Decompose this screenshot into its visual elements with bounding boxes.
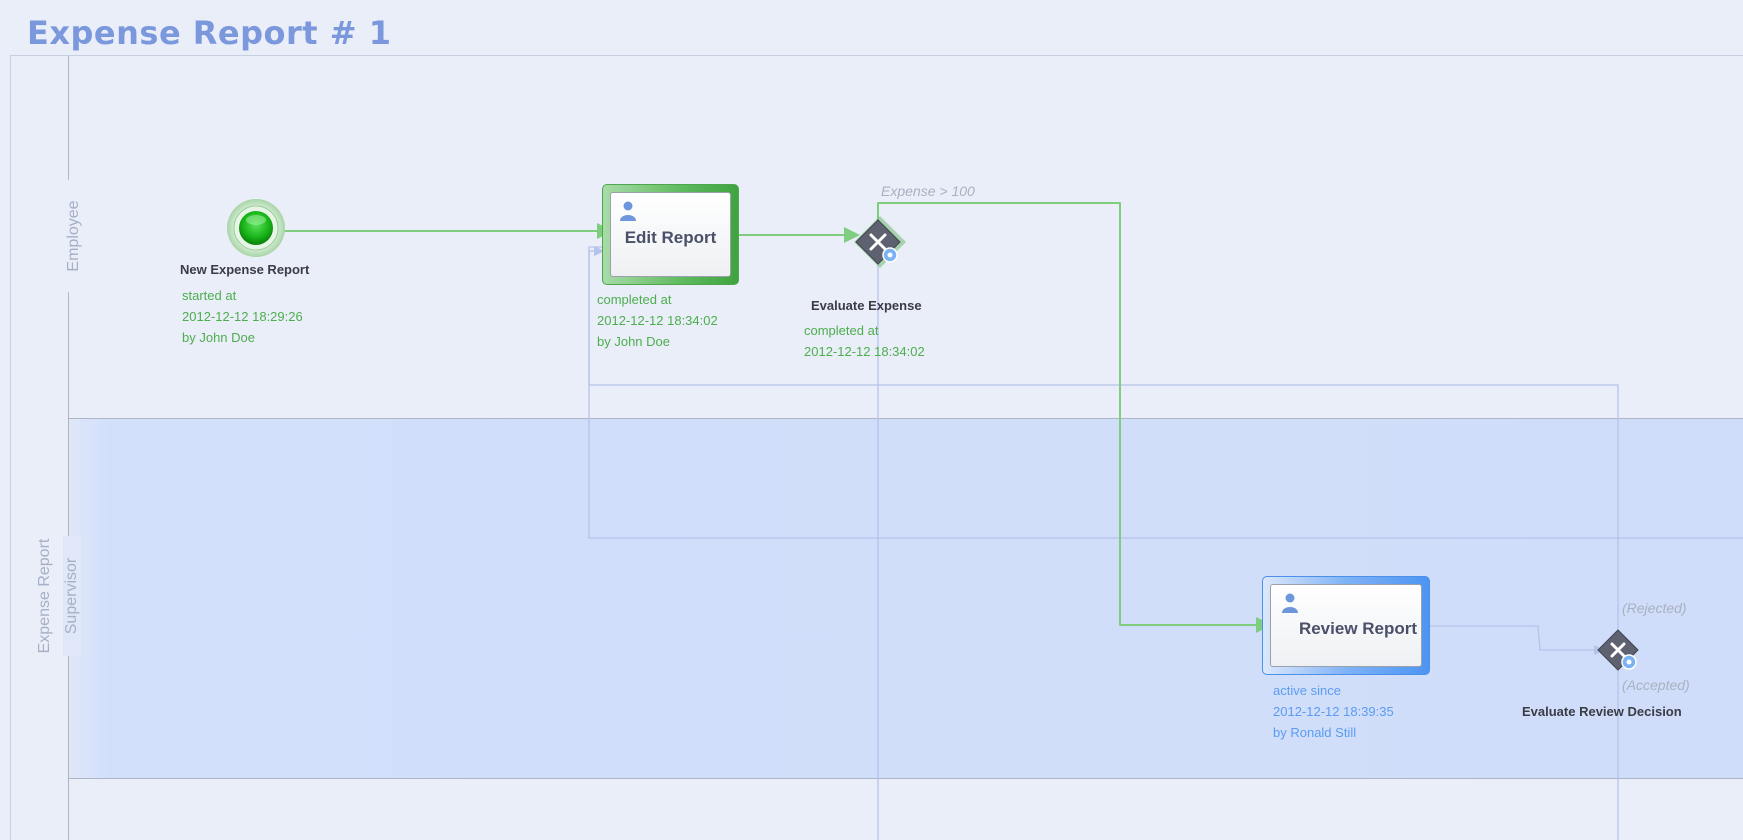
exclusive-gateway-icon[interactable] [854,216,906,268]
edit-task-status: completed at 2012-12-12 18:34:02 by John… [597,289,718,352]
flow-rejected-back[interactable] [588,246,1743,539]
status-line: active since [1273,683,1341,698]
status-timestamp: 2012-12-12 18:34:02 [804,344,925,359]
task-body: Edit Report [610,192,731,277]
status-user: by John Doe [597,334,670,349]
status-timestamp: 2012-12-12 18:34:02 [597,313,718,328]
exclusive-gateway-icon[interactable] [1597,629,1639,671]
start-event-status: started at 2012-12-12 18:29:26 by John D… [182,285,303,348]
status-line: completed at [597,292,672,307]
evaluate-expense-label: Evaluate Expense [811,298,922,313]
status-line: started at [182,288,237,303]
evaluate-expense-status: completed at 2012-12-12 18:34:02 [804,320,925,362]
lane-label-employee: Employee [65,180,83,292]
review-task-status: active since 2012-12-12 18:39:35 by Rona… [1273,680,1394,743]
process-diagram-canvas: Expense Report # 1 Employee Expense Repo… [0,0,1743,840]
user-icon [620,201,636,221]
status-timestamp: 2012-12-12 18:39:35 [1273,704,1394,719]
task-body: Review Report [1270,584,1422,667]
status-line: completed at [804,323,879,338]
user-icon [1282,593,1298,613]
condition-accepted-label: (Accepted) [1622,677,1690,693]
task-label: Review Report [1298,619,1418,638]
flow-accepted-loop[interactable] [588,245,1619,665]
flow-review-to-decision[interactable] [1428,625,1605,656]
status-timestamp: 2012-12-12 18:29:26 [182,309,303,324]
sequence-flows [227,199,1743,840]
task-review-report[interactable]: Review Report [1262,576,1430,675]
lane-label-supervisor-line1: Expense Report [36,538,53,654]
status-user: by John Doe [182,330,255,345]
evaluate-review-decision-label: Evaluate Review Decision [1522,704,1682,719]
lane-label-supervisor-line2: Supervisor [63,536,81,656]
task-edit-report[interactable]: Edit Report [602,184,739,285]
condition-rejected-label: (Rejected) [1622,600,1687,616]
task-label: Edit Report [624,228,717,247]
status-user: by Ronald Still [1273,725,1357,740]
start-event-icon[interactable] [227,199,285,257]
flow-evaluate-to-review[interactable] [877,202,1272,633]
condition-expense-label: Expense > 100 [881,183,975,199]
start-event-label: New Expense Report [180,262,310,277]
